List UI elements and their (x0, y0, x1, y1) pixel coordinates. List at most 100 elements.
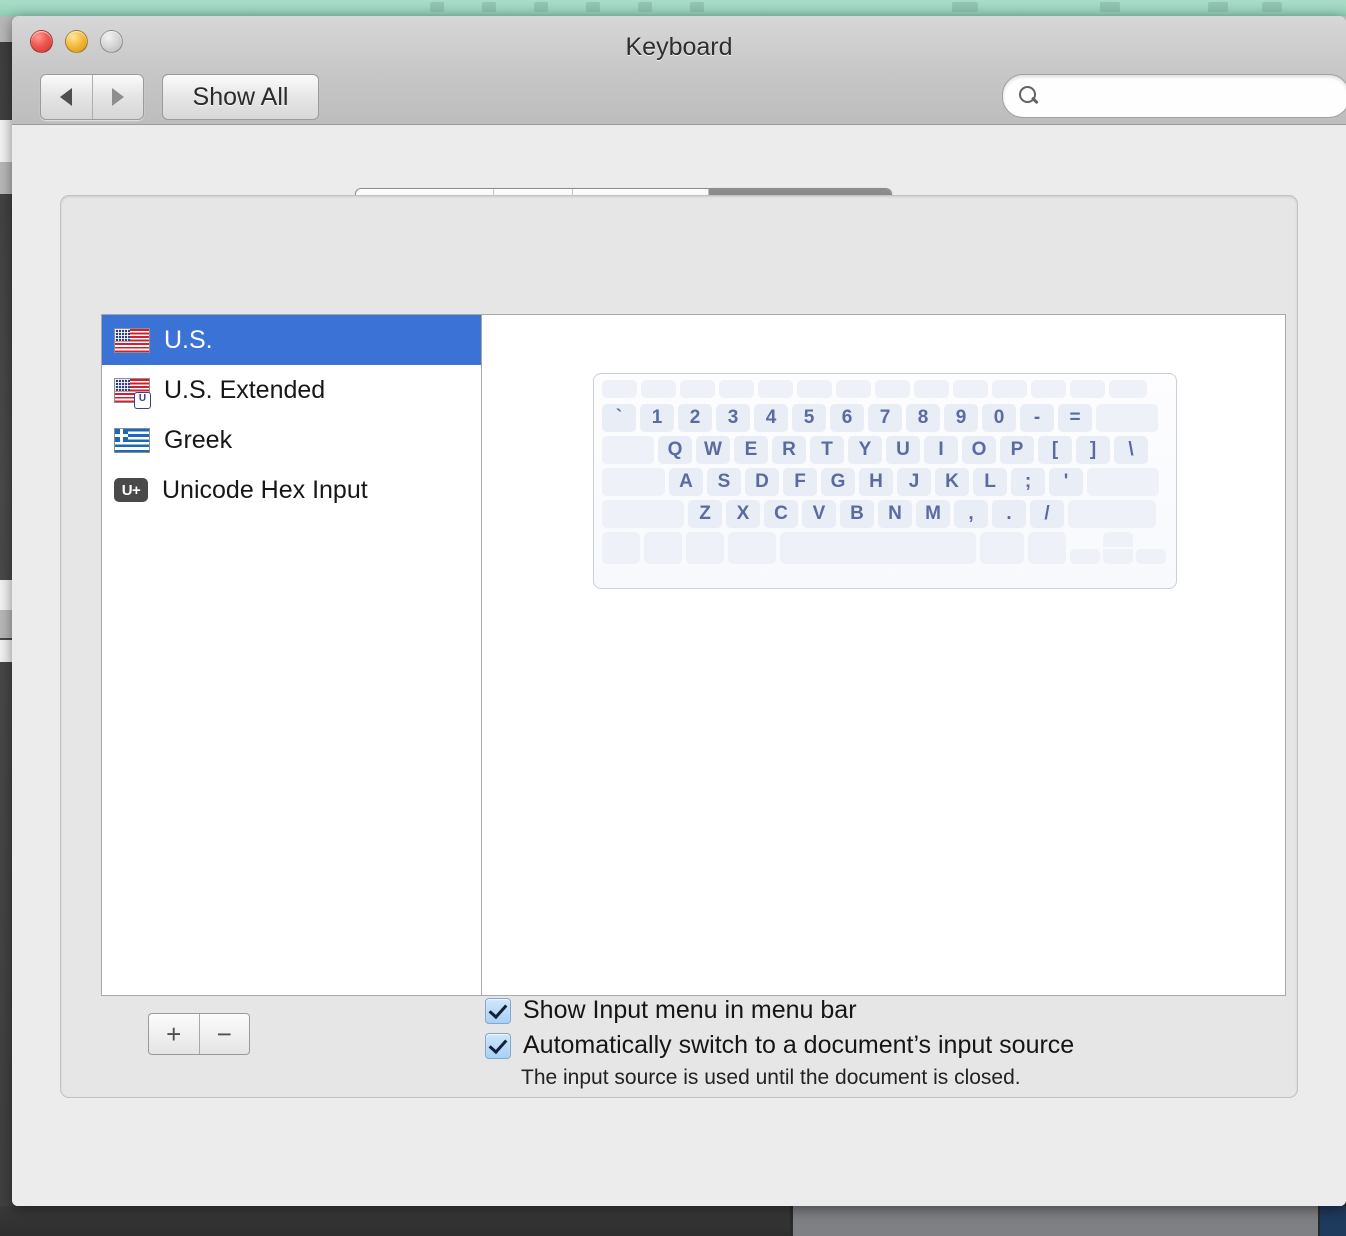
key-p[interactable]: P (1000, 436, 1034, 464)
key-delete[interactable] (1096, 404, 1158, 432)
key-capslock[interactable] (602, 468, 665, 496)
option-show-input-menu[interactable]: Show Input menu in menu bar (485, 996, 1245, 1025)
list-item-label: U.S. Extended (164, 375, 326, 404)
add-remove-button-group: + − (148, 1013, 250, 1055)
key-8[interactable]: 8 (906, 404, 940, 432)
option-auto-switch[interactable]: Automatically switch to a document’s inp… (485, 1031, 1245, 1060)
key-backtick[interactable]: ` (602, 404, 636, 432)
keyboard-row-modifiers (602, 532, 1168, 564)
background-window-bottom-accent (1320, 1206, 1346, 1236)
keyboard-row-home: A S D F G H J K L ; ' (602, 468, 1168, 496)
key-return[interactable] (1087, 468, 1159, 496)
key-fn[interactable] (602, 532, 640, 564)
key-0[interactable]: 0 (982, 404, 1016, 432)
option-label: Automatically switch to a document’s inp… (523, 1031, 1075, 1059)
list-item-greek[interactable]: Greek (102, 415, 481, 465)
preferences-panel: U.S. U U.S. Extended Greek U+ Unicode He… (60, 195, 1298, 1098)
key-i[interactable]: I (924, 436, 958, 464)
key-q[interactable]: Q (658, 436, 692, 464)
key-comma[interactable]: , (954, 500, 988, 528)
key-control[interactable] (644, 532, 682, 564)
key-option-right[interactable] (1028, 532, 1066, 564)
key-b[interactable]: B (840, 500, 874, 528)
list-item-us[interactable]: U.S. (102, 315, 481, 365)
list-item-us-extended[interactable]: U U.S. Extended (102, 365, 481, 415)
key-semicolon[interactable]: ; (1011, 468, 1045, 496)
key-g[interactable]: G (821, 468, 855, 496)
key-3[interactable]: 3 (716, 404, 750, 432)
key-m[interactable]: M (916, 500, 950, 528)
show-all-button[interactable]: Show All (162, 74, 319, 120)
key-2[interactable]: 2 (678, 404, 712, 432)
key-s[interactable]: S (707, 468, 741, 496)
back-arrow-icon (60, 88, 73, 106)
key-r[interactable]: R (772, 436, 806, 464)
search-icon (1019, 85, 1040, 107)
key-k[interactable]: K (935, 468, 969, 496)
key-tab[interactable] (602, 436, 654, 464)
key-h[interactable]: H (859, 468, 893, 496)
key-t[interactable]: T (810, 436, 844, 464)
key-a[interactable]: A (669, 468, 703, 496)
key-9[interactable]: 9 (944, 404, 978, 432)
key-6[interactable]: 6 (830, 404, 864, 432)
key-n[interactable]: N (878, 500, 912, 528)
key-7[interactable]: 7 (868, 404, 902, 432)
keyboard-preferences-window: Keyboard Show All Keyboard Text Shortcut… (12, 16, 1346, 1206)
key-z[interactable]: Z (688, 500, 722, 528)
key-arrow-up[interactable] (1103, 532, 1133, 547)
key-o[interactable]: O (962, 436, 996, 464)
checkbox-auto-switch[interactable] (485, 1032, 511, 1059)
key-command-right[interactable] (980, 532, 1024, 564)
key-d[interactable]: D (745, 468, 779, 496)
key-c[interactable]: C (764, 500, 798, 528)
key-minus[interactable]: - (1020, 404, 1054, 432)
keyboard-row-number: ` 1 2 3 4 5 6 7 8 9 0 - = (602, 404, 1168, 432)
key-1[interactable]: 1 (640, 404, 674, 432)
forward-arrow-icon (111, 88, 124, 106)
key-bracket-r[interactable]: ] (1076, 436, 1110, 464)
options-group: Show Input menu in menu bar Automaticall… (485, 996, 1245, 1090)
key-option-left[interactable] (686, 532, 724, 564)
unicode-hex-icon: U+ (114, 478, 148, 502)
desktop-menu-bar (0, 0, 1346, 16)
key-arrow-down[interactable] (1103, 549, 1133, 564)
key-equals[interactable]: = (1058, 404, 1092, 432)
key-shift-right[interactable] (1068, 500, 1156, 528)
background-window-bottom-dark (0, 1206, 790, 1236)
key-arrow-left[interactable] (1070, 549, 1100, 564)
forward-button[interactable] (91, 75, 144, 119)
key-4[interactable]: 4 (754, 404, 788, 432)
key-y[interactable]: Y (848, 436, 882, 464)
key-quote[interactable]: ' (1049, 468, 1083, 496)
key-x[interactable]: X (726, 500, 760, 528)
key-arrow-right[interactable] (1136, 549, 1166, 564)
key-w[interactable]: W (696, 436, 730, 464)
key-backslash[interactable]: \ (1114, 436, 1148, 464)
key-slash[interactable]: / (1030, 500, 1064, 528)
key-f[interactable]: F (783, 468, 817, 496)
add-input-source-button[interactable]: + (149, 1014, 199, 1054)
key-l[interactable]: L (973, 468, 1007, 496)
key-j[interactable]: J (897, 468, 931, 496)
search-input[interactable] (1048, 83, 1312, 109)
key-v[interactable]: V (802, 500, 836, 528)
window-body: Keyboard Text Shortcuts Input Sources U.… (12, 125, 1346, 1206)
key-command-left[interactable] (728, 532, 776, 564)
key-u[interactable]: U (886, 436, 920, 464)
back-button[interactable] (41, 75, 92, 119)
checkbox-show-input-menu[interactable] (485, 997, 511, 1024)
list-item-unicode-hex-input[interactable]: U+ Unicode Hex Input (102, 465, 481, 515)
key-period[interactable]: . (992, 500, 1026, 528)
key-space[interactable] (780, 532, 976, 564)
remove-input-source-button[interactable]: − (198, 1014, 250, 1054)
key-5[interactable]: 5 (792, 404, 826, 432)
keyboard-row-bottom: Z X C V B N M , . / (602, 500, 1168, 528)
list-item-label: Greek (164, 425, 233, 454)
key-e[interactable]: E (734, 436, 768, 464)
key-bracket-l[interactable]: [ (1038, 436, 1072, 464)
key-shift-left[interactable] (602, 500, 684, 528)
input-sources-list: U.S. U U.S. Extended Greek U+ Unicode He… (102, 315, 482, 995)
keyboard-row-top: Q W E R T Y U I O P [ ] \ (602, 436, 1168, 464)
search-box[interactable] (1002, 74, 1346, 118)
